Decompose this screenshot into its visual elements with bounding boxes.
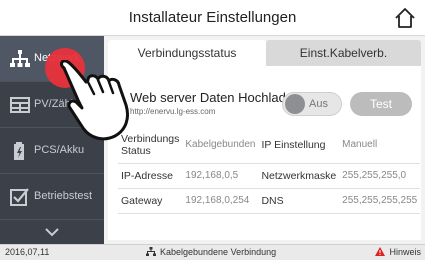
ip-address-key: IP-Adresse (118, 163, 183, 189)
sidebar-item-label: Betriebstest (34, 190, 93, 202)
connection-status-value: Kabelgebunden (182, 127, 259, 164)
web-server-upload-label: Web server Daten Hochladen (130, 90, 301, 105)
connection-status-panel: Web server Daten Hochladen http://enervu… (108, 66, 421, 240)
ip-setting-value: Manuell (339, 127, 421, 164)
status-bar: 2016,07,11 Kabelgebundene Verbindung Hin… (0, 244, 425, 260)
ip-address-value: 192,168,0,5 (182, 163, 259, 189)
sidebar-scroll-down[interactable] (0, 220, 104, 244)
netmask-value: 255,255,255,0 (339, 163, 421, 189)
connection-status-text: Kabelgebundene Verbindung (160, 247, 277, 257)
warning-indicator[interactable]: Hinweis (375, 247, 421, 257)
table-row: Gateway 192,168,0,254 DNS 255,255,255,25… (118, 188, 421, 214)
meter-icon (10, 97, 30, 113)
battery-icon (14, 142, 24, 160)
installer-settings-screen: Installateur Einstellungen Netzwerk (0, 0, 425, 260)
warning-icon (375, 247, 386, 256)
network-icon (10, 50, 30, 67)
test-button[interactable]: Test (350, 92, 412, 116)
dns-value: 255,255,255,255 (339, 188, 421, 214)
table-row: Verbindungs Status Kabelgebunden IP Eins… (118, 127, 421, 164)
toggle-knob (285, 94, 305, 114)
ip-setting-key: IP Einstellung (258, 127, 340, 164)
sidebar-item-operation-test[interactable]: Betriebstest (0, 174, 104, 220)
dns-key: DNS (258, 188, 340, 214)
wired-network-icon (146, 247, 156, 256)
table-row: IP-Adresse 192,168,0,5 Netzwerkmaske 255… (118, 163, 421, 189)
toggle-state-label: Aus (309, 98, 328, 110)
chevron-down-icon (45, 228, 59, 237)
page-title: Installateur Einstellungen (128, 9, 297, 26)
web-server-url: http://enervu.lg-ess.com (130, 107, 216, 116)
gateway-value: 192,168,0,254 (182, 188, 259, 214)
status-date: 2016,07,11 (5, 247, 50, 257)
connection-status: Kabelgebundene Verbindung (146, 247, 276, 257)
gateway-key: Gateway (118, 188, 183, 214)
tab-cable-settings[interactable]: Einst.Kabelverb. (266, 40, 421, 66)
pointing-hand-icon (60, 60, 130, 141)
web-server-upload-toggle[interactable]: Aus (282, 92, 342, 116)
tab-bar: Verbindungsstatus Einst.Kabelverb. (108, 40, 421, 66)
home-icon[interactable] (393, 6, 417, 30)
warning-text: Hinweis (389, 247, 421, 257)
netmask-key: Netzwerkmaske (258, 163, 340, 189)
main-content: Verbindungsstatus Einst.Kabelverb. Web s… (104, 36, 425, 244)
checkbox-icon (10, 188, 29, 206)
sidebar-item-label: PCS/Akku (34, 144, 85, 156)
title-bar: Installateur Einstellungen (0, 0, 425, 36)
network-status-table: Verbindungs Status Kabelgebunden IP Eins… (118, 127, 421, 214)
